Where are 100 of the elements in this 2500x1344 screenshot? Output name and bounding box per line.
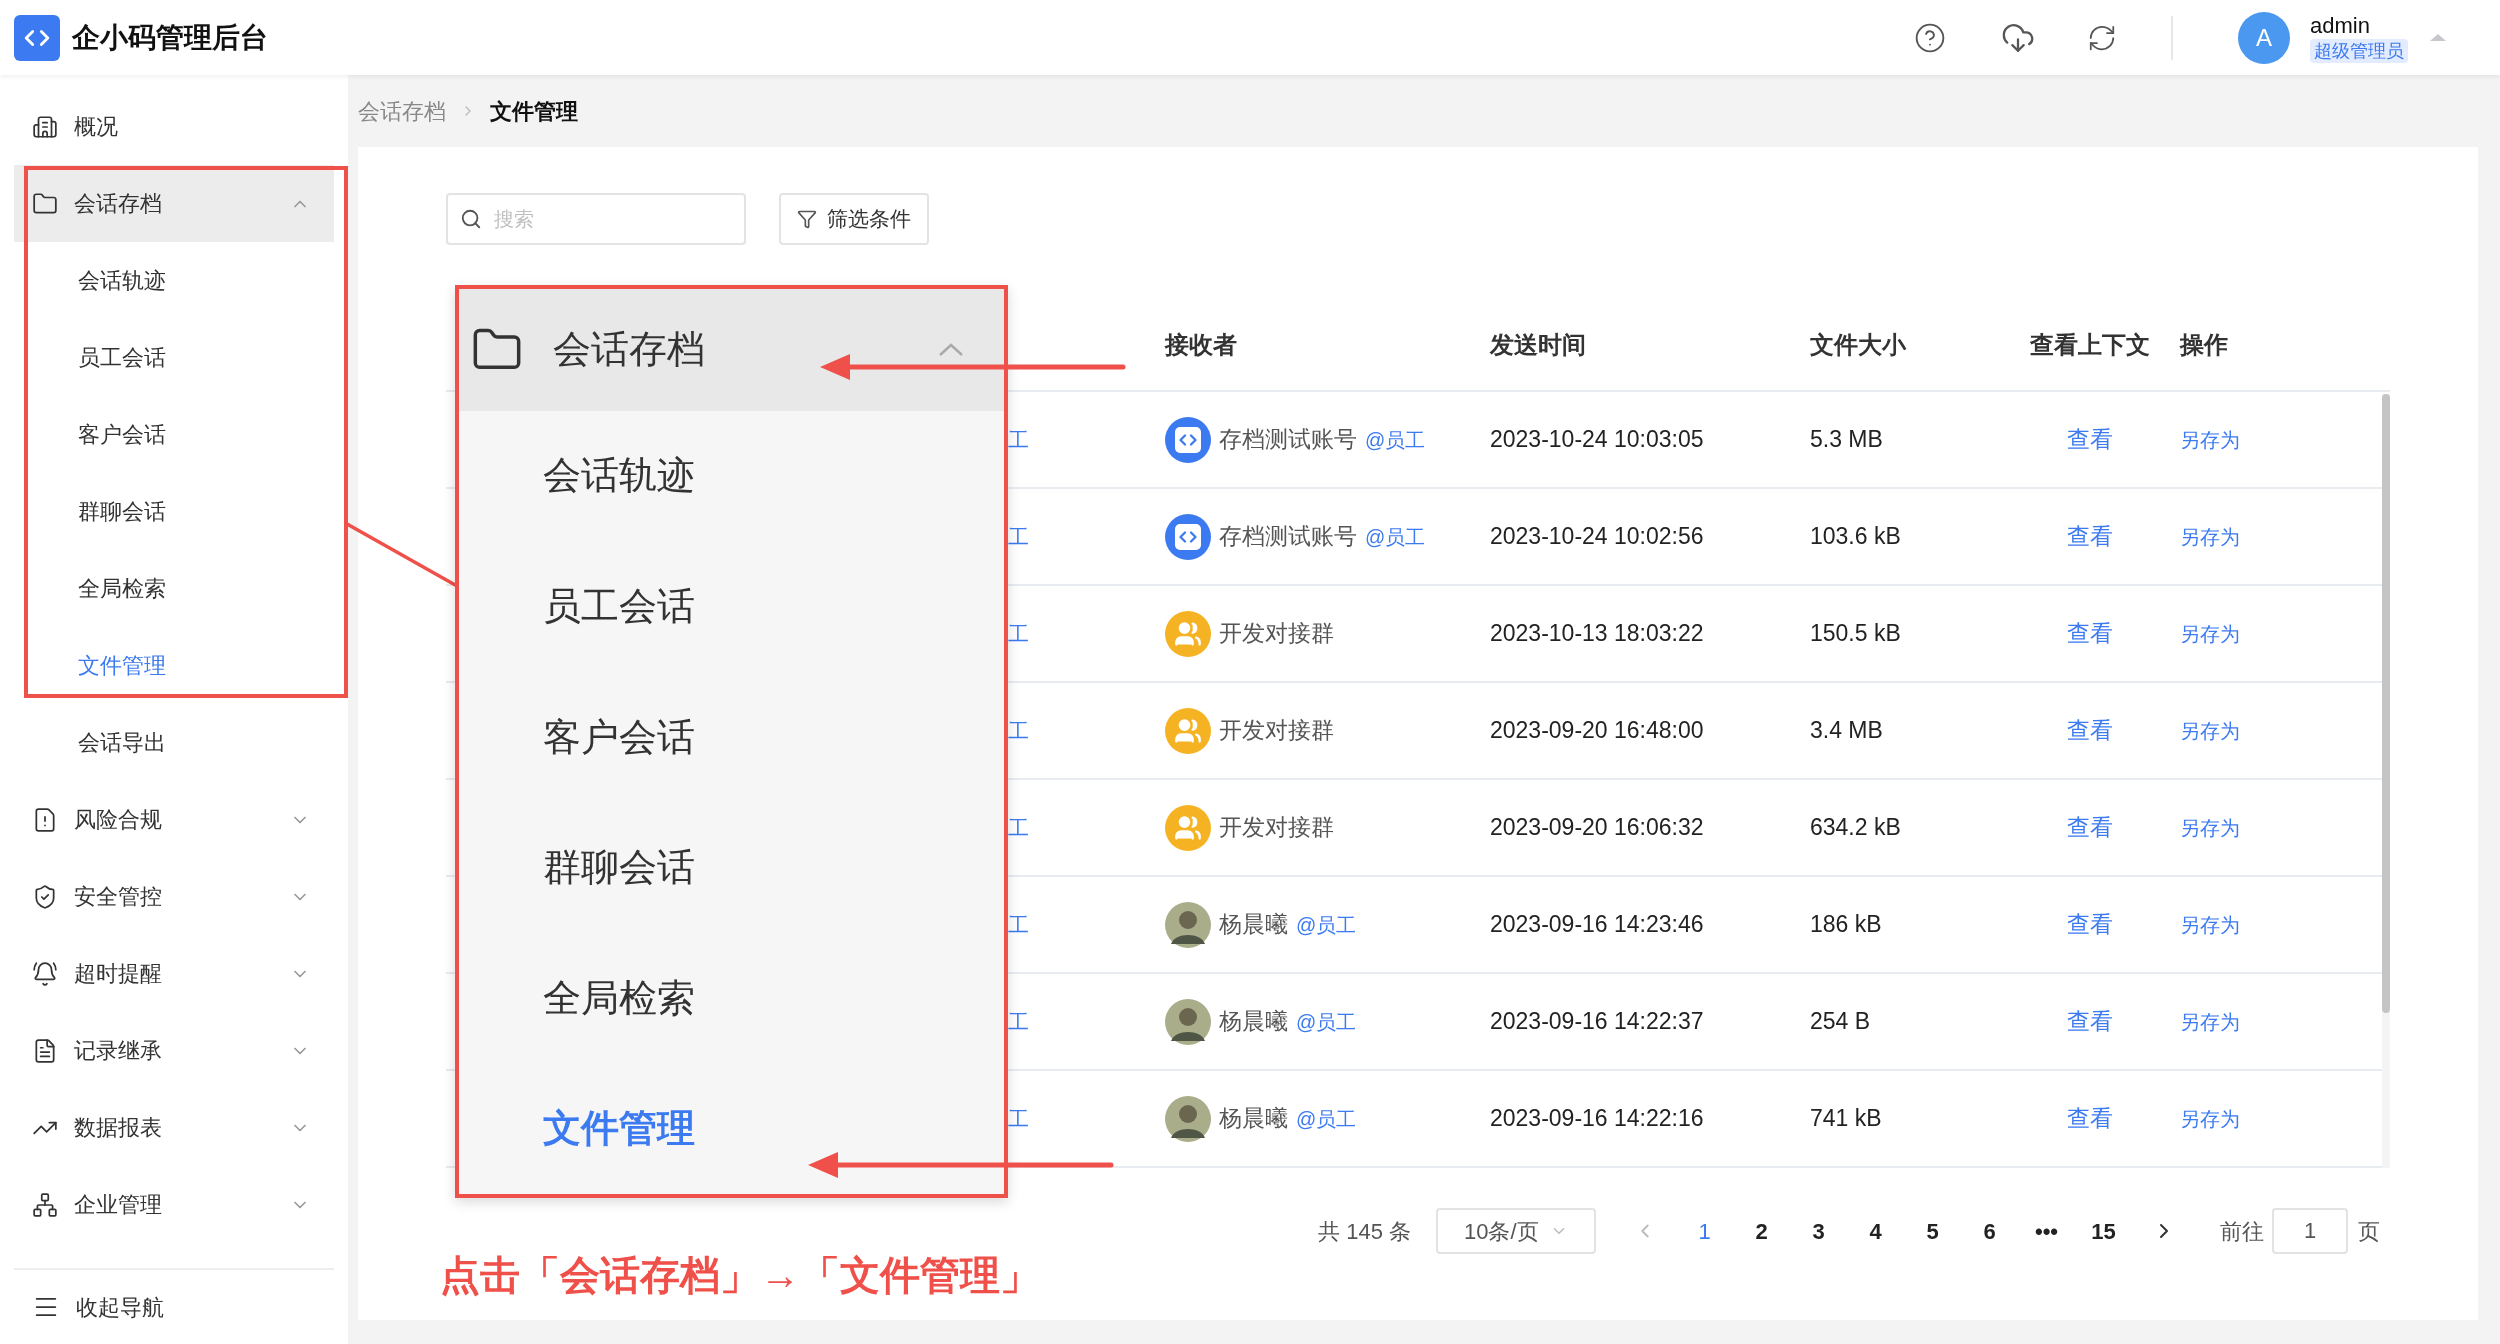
filter-button[interactable]: 筛选条件 (779, 193, 929, 245)
view-link[interactable]: 查看 (2067, 1105, 2113, 1132)
table-cell-text: 103.6 kB (1810, 522, 1902, 552)
page-number[interactable]: 5 (1904, 1214, 1961, 1248)
view-link[interactable]: 查看 (2067, 620, 2113, 647)
save-as-link[interactable]: 另存为 (2180, 720, 2240, 743)
sidebar-subitem[interactable]: 客户会话 (14, 396, 334, 473)
column-header: 查看上下文 (2029, 330, 2151, 360)
user-name: admin (2310, 12, 2370, 39)
save-as-link[interactable]: 另存为 (2180, 817, 2240, 840)
table-cell-text: 150.5 kB (1810, 619, 1902, 649)
filter-icon (797, 209, 817, 229)
document-icon (32, 1037, 58, 1064)
view-link[interactable]: 查看 (2067, 911, 2113, 938)
sidebar-subitem[interactable]: 全局检索 (14, 550, 334, 627)
table-cell-text: 工 (1008, 426, 1030, 453)
sidebar-subitem[interactable]: 员工会话 (14, 319, 334, 396)
sidebar-item[interactable]: 概况 (14, 88, 334, 165)
sidebar-item[interactable]: 超时提醒 (14, 935, 334, 1012)
sidebar-item[interactable]: 企业管理 (14, 1166, 334, 1243)
sidebar-subitem[interactable]: 文件管理 (14, 627, 334, 704)
sidebar-subitem[interactable]: 群聊会话 (14, 473, 334, 550)
receiver-name: 开发对接群 (1219, 813, 1334, 843)
collapse-nav-button[interactable]: 收起导航 (14, 1268, 334, 1344)
page-size-select[interactable]: 10条/页 (1436, 1208, 1596, 1254)
receiver-name: 开发对接群 (1219, 619, 1334, 649)
search-icon (460, 208, 482, 230)
breadcrumb-item: 文件管理 (490, 97, 578, 126)
help-icon[interactable] (1914, 21, 1946, 54)
app-logo-avatar (1165, 513, 1211, 560)
view-link[interactable]: 查看 (2067, 426, 2113, 453)
person-avatar (1165, 1095, 1211, 1142)
table-cell-text: 工 (1008, 814, 1030, 841)
table-cell-text: 2023-10-13 18:03:22 (1490, 619, 1705, 649)
sidebar-item[interactable]: 风险合规 (14, 781, 334, 858)
save-as-link[interactable]: 另存为 (2180, 623, 2240, 646)
table-cell-text: 工 (1008, 911, 1030, 938)
warning-document-icon (32, 806, 58, 833)
page-number[interactable]: 2 (1733, 1214, 1790, 1248)
view-link[interactable]: 查看 (2067, 814, 2113, 841)
bell-icon (32, 960, 58, 987)
view-link[interactable]: 查看 (2067, 1008, 2113, 1035)
app-logo-avatar (1165, 416, 1211, 463)
page-number[interactable]: 15 (2075, 1214, 2132, 1248)
receiver-name: 杨晨曦 (1219, 910, 1288, 940)
table-cell-text: 741 kB (1810, 1104, 1883, 1134)
sidebar-item[interactable]: 数据报表 (14, 1089, 334, 1166)
person-avatar (1165, 998, 1211, 1045)
save-as-link[interactable]: 另存为 (2180, 1011, 2240, 1034)
goto-label: 前往 (2220, 1217, 2264, 1246)
sidebar-subitem[interactable]: 会话轨迹 (14, 242, 334, 319)
receiver-name: 开发对接群 (1219, 716, 1334, 746)
employee-tag: @员工 (1296, 1006, 1357, 1037)
table-cell-text: 2023-10-24 10:03:05 (1490, 425, 1705, 455)
save-as-link[interactable]: 另存为 (2180, 429, 2240, 452)
save-as-link[interactable]: 另存为 (2180, 914, 2240, 937)
table-cell-text: 工 (1008, 620, 1030, 647)
table-cell-text: 2023-09-20 16:48:00 (1490, 716, 1705, 746)
table-cell-text: 工 (1008, 1008, 1030, 1035)
table-cell-text: 2023-09-20 16:06:32 (1490, 813, 1705, 843)
view-link[interactable]: 查看 (2067, 523, 2113, 550)
employee-tag: @员工 (1365, 521, 1426, 552)
sidebar-subitem[interactable]: 会话导出 (14, 704, 334, 781)
receiver-name: 存档测试账号 (1219, 425, 1357, 455)
goto-suffix: 页 (2358, 1217, 2380, 1246)
save-as-link[interactable]: 另存为 (2180, 526, 2240, 549)
employee-tag: @员工 (1296, 909, 1357, 940)
group-avatar (1165, 804, 1211, 851)
column-header: 接收者 (1165, 330, 1238, 360)
table-cell-text: 5.3 MB (1810, 425, 1884, 455)
page-number[interactable]: 3 (1790, 1214, 1847, 1248)
employee-tag: @员工 (1365, 424, 1426, 455)
view-link[interactable]: 查看 (2067, 717, 2113, 744)
folder-icon (32, 190, 58, 217)
person-avatar (1165, 901, 1211, 948)
table-cell-text: 3.4 MB (1810, 716, 1884, 746)
table-cell-text: 工 (1008, 523, 1030, 550)
sidebar-item[interactable]: 记录继承 (14, 1012, 334, 1089)
page-number[interactable]: 1 (1676, 1214, 1733, 1248)
table-cell-text: 2023-10-24 10:02:56 (1490, 522, 1705, 552)
column-header: 文件大小 (1810, 330, 1907, 360)
page-number[interactable]: 6 (1961, 1214, 2018, 1248)
group-avatar (1165, 707, 1211, 754)
app-logo-icon (14, 14, 60, 61)
save-as-link[interactable]: 另存为 (2180, 1108, 2240, 1131)
search-field[interactable]: 搜索 (446, 193, 746, 245)
table-cell-text: 2023-09-16 14:22:37 (1490, 1007, 1705, 1037)
table-cell-text: 工 (1008, 717, 1030, 744)
goto-page-field[interactable]: 1 (2272, 1208, 2348, 1254)
role-badge: 超级管理员 (2310, 38, 2408, 63)
page-number[interactable]: 4 (1847, 1214, 1904, 1248)
table-cell-text: 254 B (1810, 1007, 1872, 1037)
callout-heading: 会话存档 (553, 327, 706, 373)
sidebar-item[interactable]: 会话存档 (14, 165, 334, 242)
page-number[interactable]: ••• (2018, 1214, 2075, 1248)
column-header: 发送时间 (1490, 330, 1587, 360)
receiver-name: 存档测试账号 (1219, 522, 1357, 552)
organization-icon (32, 1191, 58, 1218)
sidebar-item[interactable]: 安全管控 (14, 858, 334, 935)
table-cell-text: 186 kB (1810, 910, 1883, 940)
